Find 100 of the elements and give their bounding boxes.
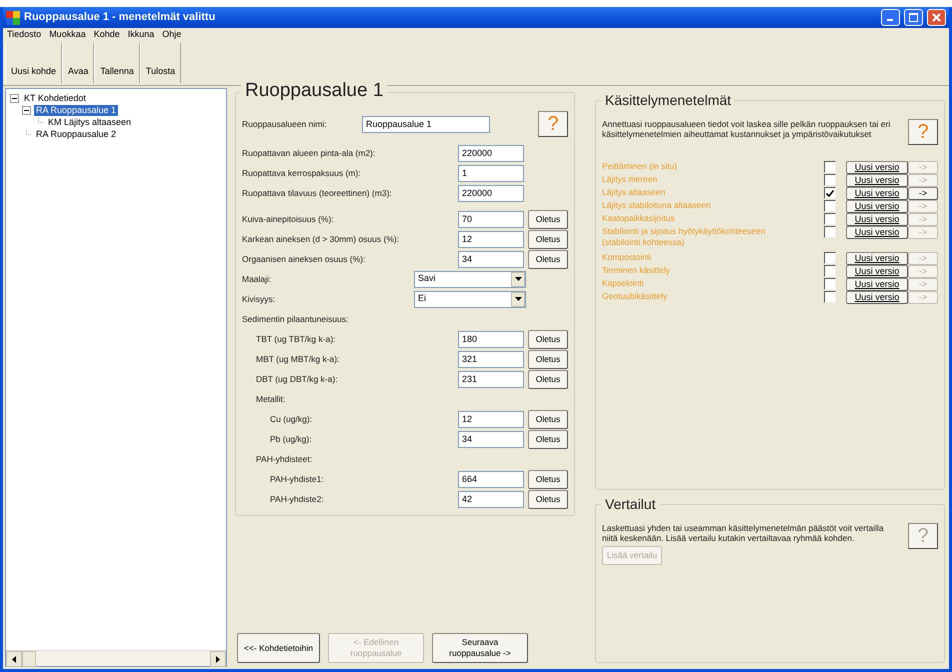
field-label: Ruopattava kerrospaksuus (m):	[242, 166, 362, 180]
horizontal-scrollbar[interactable]	[6, 650, 226, 666]
default-button[interactable]: Oletus	[528, 470, 568, 488]
menu-item[interactable]: Ikkuna	[128, 28, 154, 42]
scroll-thumb[interactable]	[22, 651, 36, 667]
new-version-button[interactable]: Uusi versio	[846, 291, 908, 304]
window-title: Ruoppausalue 1 - menetelmät valittu	[24, 10, 216, 26]
default-button[interactable]: Oletus	[528, 350, 568, 368]
default-button[interactable]: Oletus	[528, 250, 568, 268]
menu-item[interactable]: Ohje	[162, 28, 182, 42]
group-label: PAH-yhdisteet:	[256, 452, 314, 466]
menu-item[interactable]: Kohde	[94, 28, 120, 42]
new-version-button[interactable]: Uusi versio	[846, 161, 908, 174]
text-field[interactable]: Ruoppausalue 1	[362, 116, 490, 132]
number-field[interactable]: 1	[458, 164, 524, 182]
field-label: Karkean aineksen (d > 30mm) osuus (%):	[242, 232, 400, 246]
description-text: Laskettuasi yhden tai useamman käsittelymenetelmän päästöt voit vertailla niitä keskenään. Lisää vertailu kutakin vertailtavaa ryhmää kohden.	[602, 523, 885, 545]
field-label: PAH-yhdiste1:	[270, 472, 325, 486]
number-field[interactable]: 12	[458, 230, 524, 248]
new-version-button[interactable]: Uusi versio	[846, 174, 908, 187]
field-label: Cu (ug/kg):	[270, 412, 314, 426]
default-button[interactable]: Oletus	[528, 410, 568, 428]
new-version-button[interactable]: Uusi versio	[846, 226, 908, 239]
checkbox[interactable]	[824, 187, 836, 199]
default-button[interactable]: Oletus	[528, 330, 568, 348]
checkbox[interactable]	[824, 213, 836, 225]
dropdown-value: Savi	[418, 272, 436, 286]
tree-item[interactable]: KM Läjitys altaaseen	[46, 116, 134, 128]
app-icon	[6, 10, 20, 24]
checkbox[interactable]	[824, 200, 836, 212]
field-label: Pb (ug/kg):	[270, 432, 313, 446]
new-version-button[interactable]: Uusi versio	[846, 187, 908, 200]
field-label: Ruopattava tilavuus (teoreettinen) (m3):	[242, 186, 393, 200]
number-field[interactable]: 12	[458, 410, 524, 428]
maximize-button[interactable]	[904, 9, 923, 26]
minimize-button[interactable]	[881, 9, 900, 26]
left-arrow-icon	[12, 656, 16, 662]
tree-item[interactable]: RA Ruoppausalue 1	[34, 104, 118, 116]
close-icon	[932, 13, 941, 22]
new-version-button[interactable]: Uusi versio	[846, 213, 908, 226]
dropdown-arrow-button[interactable]	[511, 292, 525, 306]
default-button[interactable]: Oletus	[528, 370, 568, 388]
checkbox[interactable]	[824, 161, 836, 173]
new-version-button[interactable]: Uusi versio	[846, 278, 908, 291]
number-field[interactable]: 70	[458, 210, 524, 228]
open-button[interactable]: ->	[908, 187, 938, 200]
description-text: Annettuasi ruoppausalueen tiedot voit laskea sille pelkän ruoppauksen tai eri käsittelymenetelmien aiheuttamat kustannukset ja ympäristövaikutukset	[602, 119, 892, 141]
new-version-button[interactable]: Uusi versio	[846, 200, 908, 213]
new-version-button[interactable]: Uusi versio	[846, 252, 908, 265]
checkbox[interactable]	[824, 265, 836, 277]
field-label: Ruoppausalueen nimi:	[242, 118, 328, 130]
number-field[interactable]: 664	[458, 470, 524, 488]
field-label: DBT (ug DBT/kg k-a):	[256, 372, 339, 386]
field-label: Maalaji:	[242, 272, 272, 286]
tree-item[interactable]: RA Ruoppausalue 2	[34, 128, 118, 140]
menu-item[interactable]: Muokkaa	[49, 28, 86, 42]
scroll-right-button[interactable]	[210, 651, 226, 667]
toolbar-button[interactable]: Uusi kohde	[5, 43, 62, 83]
tree-item[interactable]: KT Kohdetiedot	[22, 92, 88, 104]
group-label: Sedimentin pilaantuneisuus:	[242, 312, 350, 326]
default-button[interactable]: Oletus	[528, 430, 568, 448]
number-field[interactable]: 220000	[458, 144, 524, 162]
check-icon	[826, 190, 834, 196]
caret-icon	[514, 297, 522, 301]
number-field[interactable]: 34	[458, 250, 524, 268]
maximize-icon	[909, 13, 918, 22]
checkbox[interactable]	[824, 291, 836, 303]
number-field[interactable]: 321	[458, 350, 524, 368]
dropdown-value: Ei	[418, 292, 426, 306]
expander-icon[interactable]	[10, 94, 19, 102]
checkbox[interactable]	[824, 174, 836, 186]
expander-icon[interactable]	[22, 106, 31, 114]
close-button[interactable]	[927, 9, 946, 26]
default-button[interactable]: Oletus	[528, 490, 568, 508]
checkbox[interactable]	[824, 226, 836, 238]
number-field[interactable]: 180	[458, 330, 524, 348]
dropdown-arrow-button[interactable]	[511, 272, 525, 286]
nav-button[interactable]: Seuraava ruoppausalue ->	[432, 633, 528, 663]
field-label: Kuiva-ainepitoisuus (%):	[242, 212, 335, 226]
field-label: MBT (ug MBT/kg k-a):	[256, 352, 340, 366]
new-version-button[interactable]: Uusi versio	[846, 265, 908, 278]
number-field[interactable]: 34	[458, 430, 524, 448]
default-button[interactable]: Oletus	[528, 230, 568, 248]
toolbar-button[interactable]: Tulosta	[140, 43, 182, 83]
checkbox[interactable]	[824, 252, 836, 264]
dropdown[interactable]: Ei	[414, 290, 526, 308]
checkbox[interactable]	[824, 278, 836, 290]
number-field[interactable]: 220000	[458, 184, 524, 202]
dropdown[interactable]: Savi	[414, 270, 526, 288]
section-title: Ruoppausalue 1	[241, 79, 388, 103]
toolbar-button[interactable]: Avaa	[62, 43, 94, 83]
menu-item[interactable]: Tiedosto	[7, 28, 42, 42]
toolbar-button[interactable]: Tallenna	[94, 43, 140, 83]
nav-button[interactable]: <<- Kohdetietoihin	[237, 633, 320, 663]
number-field[interactable]: 42	[458, 490, 524, 508]
scroll-left-button[interactable]	[6, 651, 22, 667]
number-field[interactable]: 231	[458, 370, 524, 388]
group-label: Metallit:	[256, 392, 286, 406]
field-label: Ruopattavan alueen pinta-ala (m2):	[242, 146, 376, 160]
default-button[interactable]: Oletus	[528, 210, 568, 228]
